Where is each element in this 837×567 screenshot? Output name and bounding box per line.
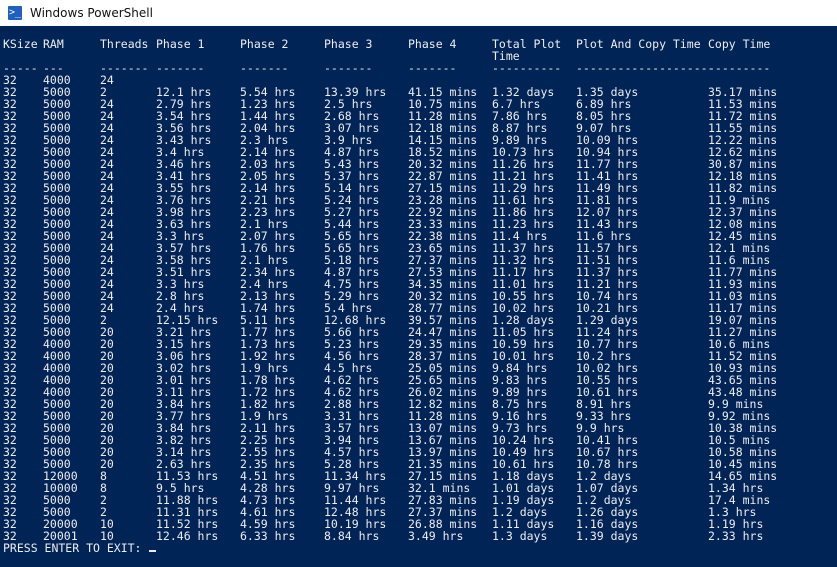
column-header: Phase 4 xyxy=(408,37,457,51)
column-header: Plot And Copy Time xyxy=(576,37,701,51)
column-header: Phase 1 xyxy=(156,37,205,51)
exit-prompt[interactable]: PRESS ENTER TO EXIT: xyxy=(3,541,157,555)
exit-prompt-text: PRESS ENTER TO EXIT: xyxy=(3,541,149,555)
column-separator: --------- xyxy=(708,61,771,75)
window-titlebar: >_ Windows PowerShell xyxy=(0,0,837,27)
powershell-icon: >_ xyxy=(8,6,22,20)
table-cell: 12.46 hrs xyxy=(156,529,219,543)
column-header: Copy Time xyxy=(708,37,771,51)
column-header: Threads xyxy=(100,37,149,51)
column-header: Phase 3 xyxy=(324,37,373,51)
column-separator: ------- xyxy=(408,61,457,75)
text-cursor xyxy=(149,550,157,552)
column-header: RAM xyxy=(43,37,64,51)
column-header: Phase 2 xyxy=(240,37,289,51)
table-cell: 3.49 hrs xyxy=(408,529,464,543)
column-separator: ------- xyxy=(240,61,289,75)
table-cell: 1.3 days xyxy=(492,529,548,543)
column-separator: ---------- xyxy=(492,61,562,75)
table-cell: 2.33 hrs xyxy=(708,529,764,543)
table-cell: 8.84 hrs xyxy=(324,529,380,543)
table-cell: 1.39 days xyxy=(576,529,639,543)
column-separator: ------- xyxy=(324,61,373,75)
column-separator: -------------------- xyxy=(576,61,715,75)
table-cell: 6.33 hrs xyxy=(240,529,296,543)
console-output[interactable]: KSize RAM Threads Phase 1 Phase 2 Phase 3 Phas… xyxy=(0,26,837,567)
column-header: KSize xyxy=(3,37,38,51)
window-title: Windows PowerShell xyxy=(30,6,153,20)
column-separator: ------- xyxy=(156,61,205,75)
